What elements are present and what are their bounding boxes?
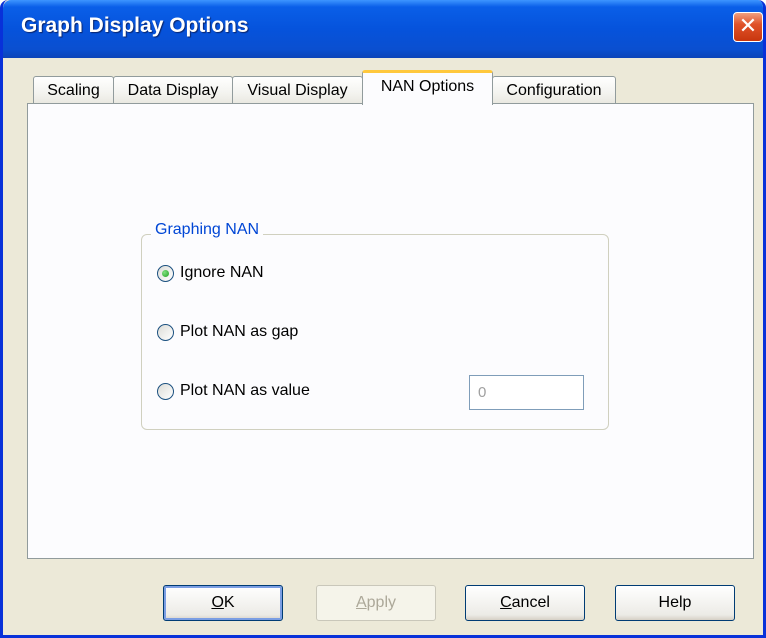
plot-nan-as-value-label[interactable]: Plot NAN as value: [180, 382, 310, 400]
mnemonic: C: [500, 594, 512, 611]
dialog-window: Graph Display Options ✕ Scaling Data Dis…: [0, 0, 766, 638]
tab-label: Scaling: [47, 82, 100, 99]
tab-visual-display[interactable]: Visual Display: [232, 76, 363, 104]
ok-button[interactable]: OK: [163, 585, 283, 621]
plot-nan-as-gap-label[interactable]: Plot NAN as gap: [180, 323, 298, 341]
tab-label: NAN Options: [380, 78, 475, 95]
tab-scaling[interactable]: Scaling: [33, 76, 114, 104]
groupbox-label: Graphing NAN: [151, 221, 264, 239]
button-label: ancel: [511, 594, 550, 611]
mnemonic: A: [355, 594, 367, 611]
tab-nan-options[interactable]: NAN Options: [362, 70, 493, 105]
title-bar[interactable]: Graph Display Options ✕: [3, 0, 763, 58]
tab-configuration[interactable]: Configuration: [492, 76, 616, 104]
plot-nan-as-value-radio[interactable]: [157, 383, 174, 400]
tab-data-display[interactable]: Data Display: [113, 76, 233, 104]
mnemonic: O: [211, 594, 224, 611]
apply-button[interactable]: Apply: [316, 585, 436, 621]
plot-nan-as-gap-radio[interactable]: [157, 324, 174, 341]
dialog-title: Graph Display Options: [21, 14, 249, 37]
tab-label: Configuration: [506, 82, 602, 99]
button-label: K: [223, 594, 235, 611]
tab-label: Visual Display: [247, 82, 348, 99]
close-button[interactable]: ✕: [733, 12, 763, 42]
help-button[interactable]: Help: [615, 585, 735, 621]
close-icon: ✕: [738, 14, 758, 39]
ignore-nan-radio[interactable]: [157, 265, 174, 282]
radio-selected-dot: [162, 270, 169, 277]
nan-value-field[interactable]: 0: [469, 375, 584, 410]
cancel-button[interactable]: Cancel: [465, 585, 585, 621]
ignore-nan-label[interactable]: Ignore NAN: [180, 264, 264, 282]
tab-label: Data Display: [127, 82, 219, 99]
button-label: pply: [366, 594, 397, 611]
